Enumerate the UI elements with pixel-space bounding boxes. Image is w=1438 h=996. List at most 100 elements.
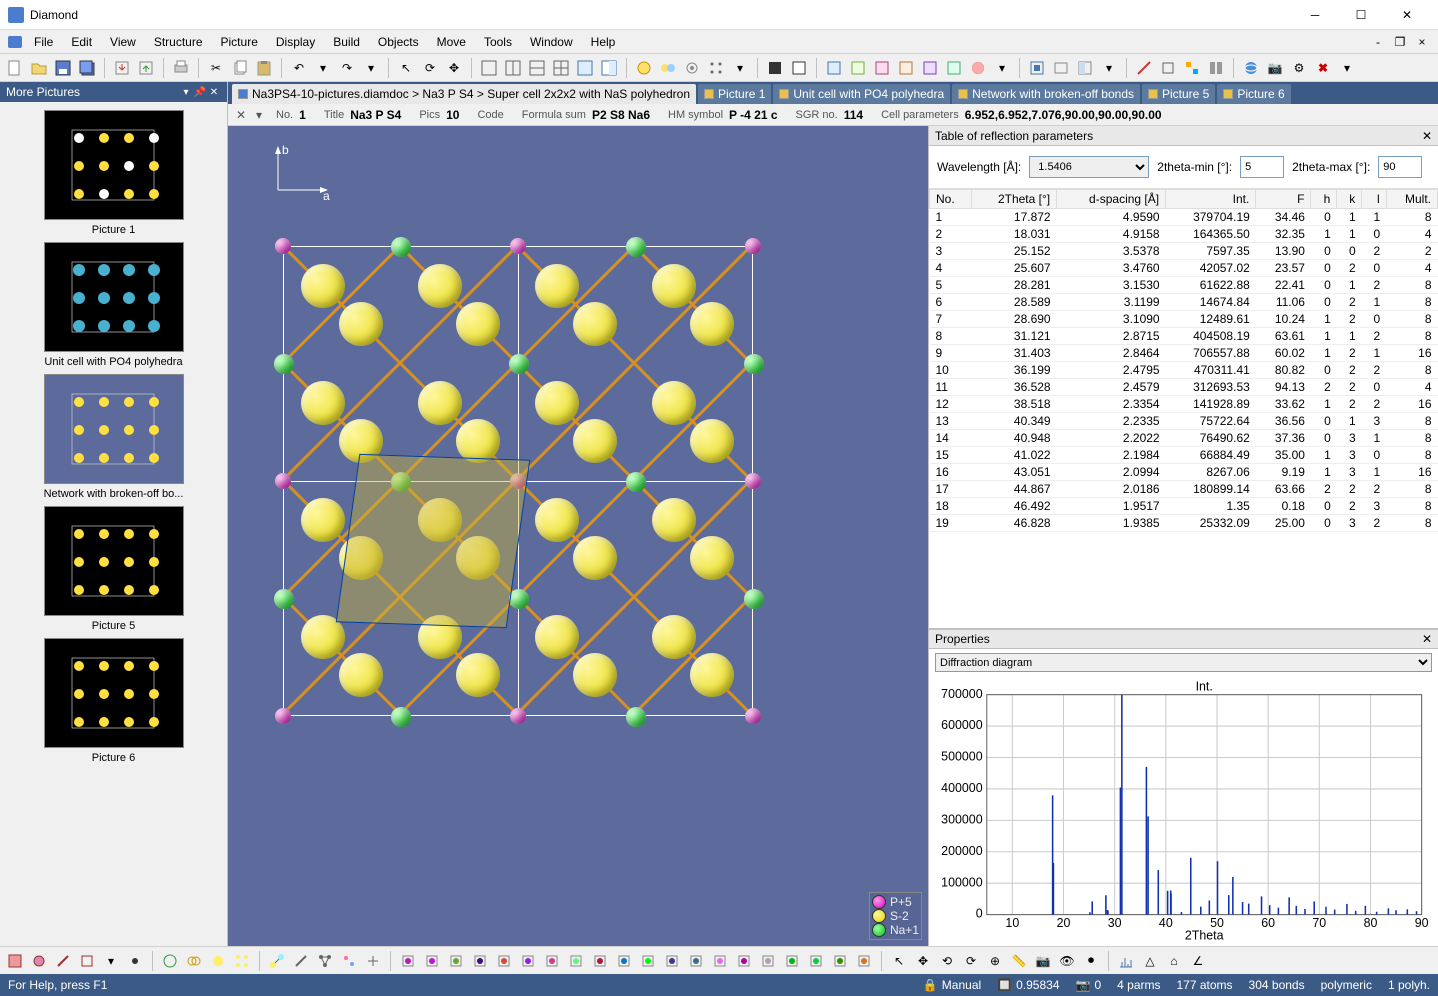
save-all-icon[interactable] (76, 57, 98, 79)
paste-icon[interactable] (253, 57, 275, 79)
table-row[interactable]: 117.8724.9590379704.1934.460118 (930, 209, 1438, 226)
select2-icon[interactable] (589, 950, 611, 972)
btool3-icon[interactable] (52, 950, 74, 972)
view-d-icon[interactable] (895, 57, 917, 79)
tab-2[interactable]: Unit cell with PO4 polyhedra (773, 84, 950, 104)
align-icon[interactable] (805, 950, 827, 972)
sidebar-pin-icon[interactable]: 📌 (193, 87, 207, 98)
delete-icon[interactable] (493, 950, 515, 972)
print-icon[interactable] (170, 57, 192, 79)
window-sel-icon[interactable] (1050, 57, 1072, 79)
minimize-button[interactable]: ─ (1292, 0, 1338, 30)
table-row[interactable]: 325.1523.53787597.3513.900022 (930, 243, 1438, 260)
refl-col-7[interactable]: l (1362, 190, 1387, 209)
menu-objects[interactable]: Objects (370, 33, 427, 51)
tool-c-icon[interactable] (1181, 57, 1203, 79)
refl-col-6[interactable]: k (1337, 190, 1362, 209)
redo-drop-icon[interactable]: ▾ (360, 57, 382, 79)
tab-4[interactable]: Picture 5 (1142, 84, 1215, 104)
menu-view[interactable]: View (102, 33, 144, 51)
layout4-icon[interactable] (550, 57, 572, 79)
rotate-icon[interactable]: ⟳ (419, 57, 441, 79)
thumbnail-0[interactable]: Picture 1 (0, 110, 227, 236)
model3-icon[interactable] (681, 57, 703, 79)
undo-drop-icon[interactable]: ▾ (312, 57, 334, 79)
refl-col-3[interactable]: Int. (1166, 190, 1256, 209)
refl-col-1[interactable]: 2Theta [°] (971, 190, 1057, 209)
pan-icon[interactable]: ✥ (443, 57, 465, 79)
table-row[interactable]: 1946.8281.938525332.0925.000328 (930, 515, 1438, 532)
layout5-icon[interactable] (574, 57, 596, 79)
bond5-icon[interactable] (362, 950, 384, 972)
sidebar-dropdown-icon[interactable]: ▾ (179, 87, 193, 98)
btool-circle2-icon[interactable] (183, 950, 205, 972)
bond1-icon[interactable] (266, 950, 288, 972)
thumbnail-2[interactable]: Network with broken-off bo... (0, 374, 227, 500)
table-row[interactable]: 1541.0222.198466884.4935.001308 (930, 447, 1438, 464)
refl-col-4[interactable]: F (1256, 190, 1311, 209)
refl-col-5[interactable]: h (1311, 190, 1337, 209)
tool-b-icon[interactable] (1157, 57, 1179, 79)
color-icon[interactable] (967, 57, 989, 79)
properties-close-icon[interactable]: ✕ (1422, 632, 1432, 646)
bold-icon[interactable] (781, 950, 803, 972)
tab-1[interactable]: Picture 1 (698, 84, 771, 104)
btool4-icon[interactable] (76, 950, 98, 972)
snap-icon[interactable] (829, 950, 851, 972)
layout3-icon[interactable] (526, 57, 548, 79)
refl-panel-close-icon[interactable]: ✕ (1422, 129, 1432, 143)
globe-icon[interactable] (1240, 57, 1262, 79)
clear-icon[interactable] (517, 950, 539, 972)
select1-icon[interactable] (565, 950, 587, 972)
app-menu-icon[interactable] (8, 36, 22, 48)
table-row[interactable]: 1238.5182.3354141928.8933.6212216 (930, 396, 1438, 413)
menu-picture[interactable]: Picture (213, 33, 266, 51)
italic-icon[interactable] (757, 950, 779, 972)
cut2-icon[interactable] (541, 950, 563, 972)
center-icon[interactable]: ⊕ (984, 950, 1006, 972)
poly1-icon[interactable] (397, 950, 419, 972)
rotate2-icon[interactable]: ⟲ (936, 950, 958, 972)
view-c-icon[interactable] (871, 57, 893, 79)
table-row[interactable]: 1643.0512.09948267.069.1913116 (930, 464, 1438, 481)
menu-structure[interactable]: Structure (146, 33, 211, 51)
table-row[interactable]: 628.5893.119914674.8411.060218 (930, 294, 1438, 311)
copy-icon[interactable] (229, 57, 251, 79)
window-pane-icon[interactable] (1074, 57, 1096, 79)
measure-icon[interactable]: 📏 (1008, 950, 1030, 972)
render1-icon[interactable] (764, 57, 786, 79)
table-row[interactable]: 1440.9482.202276490.6237.360318 (930, 430, 1438, 447)
view-f-icon[interactable] (943, 57, 965, 79)
cut-icon[interactable]: ✂ (205, 57, 227, 79)
poly3-icon[interactable] (445, 950, 467, 972)
properties-dropdown[interactable]: Diffraction diagram (935, 653, 1432, 672)
thumbnail-1[interactable]: Unit cell with PO4 polyhedra (0, 242, 227, 368)
centera-icon[interactable] (613, 950, 635, 972)
layout6-icon[interactable] (598, 57, 620, 79)
grid-dots-drop-icon[interactable]: ▾ (729, 57, 751, 79)
thmax-input[interactable] (1378, 156, 1422, 178)
menu-move[interactable]: Move (429, 33, 474, 51)
bond4-icon[interactable] (338, 950, 360, 972)
refl-col-2[interactable]: d-spacing [Å] (1057, 190, 1166, 209)
window-fit-icon[interactable] (1026, 57, 1048, 79)
btool2-icon[interactable] (28, 950, 50, 972)
table-row[interactable]: 218.0314.9158164365.5032.351104 (930, 226, 1438, 243)
redo-icon[interactable]: ↷ (336, 57, 358, 79)
tool-d-icon[interactable] (1205, 57, 1227, 79)
table-row[interactable]: 831.1212.8715404508.1963.611128 (930, 328, 1438, 345)
new-icon[interactable] (4, 57, 26, 79)
info-drop-icon[interactable]: ▾ (256, 108, 270, 122)
eye-icon[interactable]: 👁 (1056, 950, 1078, 972)
view-e-icon[interactable] (919, 57, 941, 79)
wavelength-select[interactable]: 1.5406 (1029, 156, 1149, 178)
open-icon[interactable] (28, 57, 50, 79)
layout1-icon[interactable] (478, 57, 500, 79)
triangle-icon[interactable]: △ (1139, 950, 1161, 972)
tab-0[interactable]: Na3PS4-10-pictures.diamdoc > Na3 P S4 > … (232, 84, 696, 104)
centerb-icon[interactable] (637, 950, 659, 972)
mdi-restore-icon[interactable]: ❐ (1390, 33, 1410, 51)
material-icon[interactable] (733, 950, 755, 972)
menu-help[interactable]: Help (583, 33, 624, 51)
table-row[interactable]: 1136.5282.4579312693.5394.132204 (930, 379, 1438, 396)
